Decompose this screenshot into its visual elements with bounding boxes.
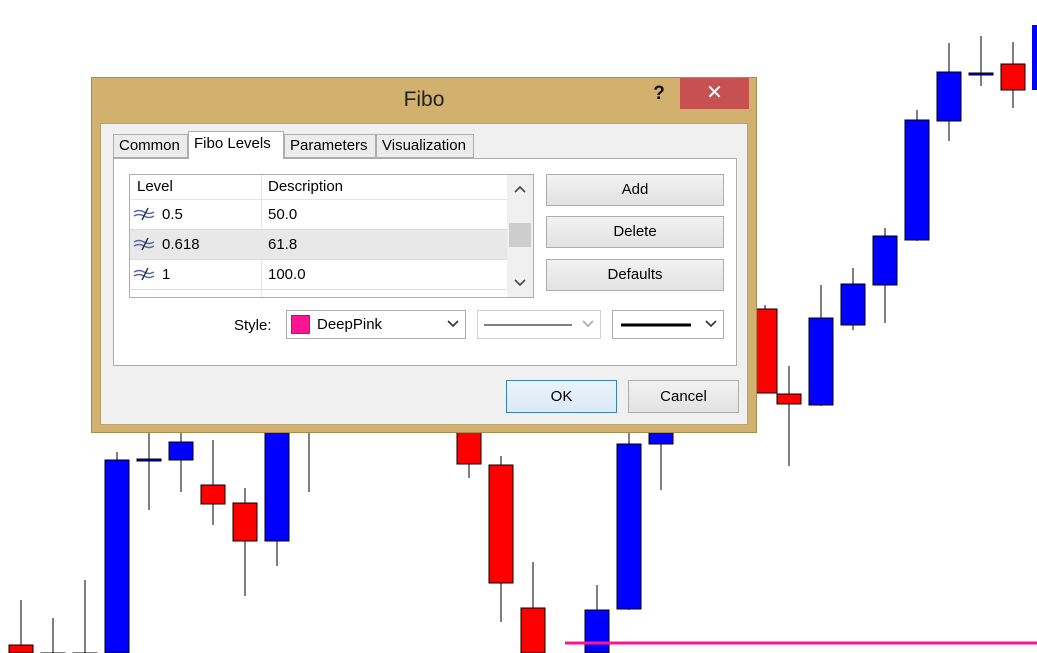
fibo-level-icon bbox=[133, 207, 155, 221]
level-value: 0.618 bbox=[162, 236, 200, 253]
level-value: 1 bbox=[162, 266, 171, 283]
scroll-thumb[interactable] bbox=[509, 223, 531, 247]
chevron-down-icon bbox=[582, 320, 594, 328]
candle-body bbox=[840, 283, 866, 326]
candle-body bbox=[104, 459, 130, 653]
candle-body bbox=[200, 484, 226, 505]
ok-button[interactable]: OK bbox=[506, 380, 617, 413]
candle-body bbox=[1032, 25, 1037, 90]
tab-parameters[interactable]: Parameters bbox=[284, 134, 376, 158]
level-row-selected[interactable]: 0.618 61.8 bbox=[130, 230, 507, 260]
level-description: 100.0 bbox=[268, 266, 306, 283]
line-style-preview bbox=[484, 324, 572, 326]
level-row[interactable]: 1 100.0 bbox=[130, 260, 507, 290]
scroll-down-icon[interactable] bbox=[507, 273, 533, 293]
candle-body bbox=[168, 441, 194, 461]
close-button[interactable]: ✕ bbox=[680, 78, 749, 109]
candle-body bbox=[936, 71, 962, 122]
tab-common[interactable]: Common bbox=[113, 134, 188, 158]
add-button[interactable]: Add bbox=[546, 174, 724, 206]
level-row[interactable]: 0.5 50.0 bbox=[130, 200, 507, 230]
column-header-description[interactable]: Description bbox=[268, 178, 343, 195]
line-width-preview bbox=[621, 323, 691, 327]
line-style-select[interactable] bbox=[477, 310, 601, 339]
fibo-level-icon bbox=[133, 267, 155, 281]
color-select-value: DeepPink bbox=[317, 316, 383, 333]
candle-body bbox=[136, 458, 162, 462]
cancel-button[interactable]: Cancel bbox=[628, 380, 739, 413]
scroll-up-icon[interactable] bbox=[507, 179, 533, 199]
tab-fibo-levels[interactable]: Fibo Levels bbox=[188, 131, 284, 159]
level-description: 50.0 bbox=[268, 206, 298, 223]
candle-body bbox=[616, 443, 642, 610]
candle-body bbox=[872, 235, 898, 286]
style-label: Style: bbox=[234, 317, 272, 334]
defaults-button[interactable]: Defaults bbox=[546, 259, 724, 291]
level-description: 61.8 bbox=[268, 236, 298, 253]
levels-scrollbar[interactable] bbox=[507, 175, 533, 297]
color-select[interactable]: DeepPink bbox=[286, 310, 466, 339]
help-button[interactable]: ? bbox=[650, 82, 668, 106]
line-width-select[interactable] bbox=[612, 310, 724, 339]
levels-list[interactable]: Level Description 0.5 50.0 0.618 61.8 1 … bbox=[129, 174, 534, 298]
candle-body bbox=[968, 72, 994, 76]
candle-body bbox=[488, 464, 514, 584]
candle-body bbox=[520, 607, 546, 653]
fibo-levels-panel: Level Description 0.5 50.0 0.618 61.8 1 … bbox=[113, 158, 737, 366]
candle-body bbox=[8, 644, 34, 653]
list-header: Level Description bbox=[130, 175, 507, 200]
fibo-dialog: Fibo ? ✕ Common Fibo Levels Parameters V… bbox=[91, 77, 757, 433]
candle-body bbox=[584, 609, 610, 653]
delete-button[interactable]: Delete bbox=[546, 216, 724, 248]
column-header-level[interactable]: Level bbox=[137, 178, 173, 195]
candle-body bbox=[264, 424, 290, 542]
color-swatch bbox=[291, 315, 310, 334]
level-value: 0.5 bbox=[162, 206, 183, 223]
candle-body bbox=[232, 502, 258, 542]
candle-body bbox=[904, 119, 930, 241]
fibo-level-icon bbox=[133, 237, 155, 251]
candle-body bbox=[776, 393, 802, 405]
tab-visualization[interactable]: Visualization bbox=[376, 134, 474, 158]
chevron-down-icon bbox=[705, 320, 717, 328]
candle-body bbox=[1000, 63, 1026, 91]
dialog-client-area: Common Fibo Levels Parameters Visualizat… bbox=[100, 123, 748, 425]
chevron-down-icon bbox=[447, 320, 459, 328]
candle-body bbox=[808, 317, 834, 406]
